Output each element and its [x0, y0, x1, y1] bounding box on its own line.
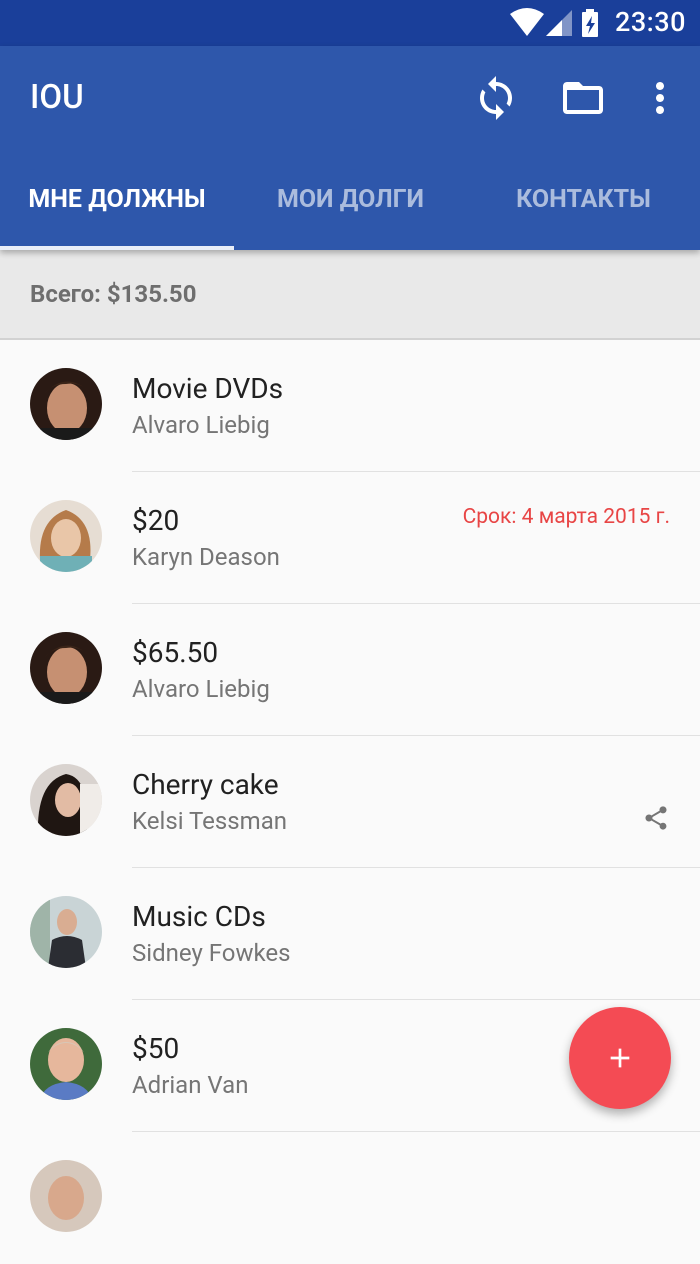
item-title: Movie DVDs	[132, 372, 284, 405]
avatar	[30, 632, 102, 704]
item-title: $65.50	[132, 636, 219, 669]
avatar	[30, 368, 102, 440]
tab-contacts[interactable]: КОНТАКТЫ	[467, 160, 700, 250]
avatar	[30, 500, 102, 572]
tab-owed-to-me[interactable]: МНЕ ДОЛЖНЫ	[0, 160, 234, 250]
avatar	[30, 1028, 102, 1100]
item-title: $20	[132, 504, 180, 537]
item-title: $50	[132, 1032, 180, 1065]
total-bar: Всего: $135.50	[0, 250, 700, 340]
status-icons	[510, 8, 598, 37]
item-person: Alvaro Liebig	[132, 675, 270, 703]
overflow-menu-button[interactable]	[636, 74, 684, 122]
share-icon[interactable]	[642, 804, 670, 832]
sync-button[interactable]	[472, 74, 520, 122]
tab-bar: МНЕ ДОЛЖНЫ МОИ ДОЛГИ КОНТАКТЫ	[0, 160, 700, 250]
item-person: Sidney Fowkes	[132, 939, 291, 967]
more-vert-icon	[656, 82, 664, 114]
list-item[interactable]: Movie DVDs Alvaro Liebig	[0, 340, 700, 472]
wifi-icon	[510, 8, 544, 36]
status-bar: 23:30	[0, 0, 700, 46]
item-title: Cherry cake	[132, 768, 279, 801]
signal-icon	[546, 10, 572, 36]
list-item[interactable]: Cherry cake Kelsi Tessman	[0, 736, 700, 868]
folder-icon	[563, 82, 603, 114]
avatar	[30, 896, 102, 968]
total-amount: Всего: $135.50	[30, 280, 197, 308]
item-person: Karyn Deason	[132, 543, 280, 571]
list-item[interactable]: $20 Karyn Deason Срок: 4 марта 2015 г.	[0, 472, 700, 604]
app-title: IOU	[30, 78, 84, 117]
tab-my-debts[interactable]: МОИ ДОЛГИ	[234, 160, 467, 250]
app-bar: IOU МНЕ ДОЛЖНЫ МОИ ДОЛГИ КОНТАКТЫ	[0, 46, 700, 250]
item-person: Kelsi Tessman	[132, 807, 288, 835]
due-date: Срок: 4 марта 2015 г.	[462, 505, 670, 529]
avatar	[30, 764, 102, 836]
item-person: Alvaro Liebig	[132, 411, 270, 439]
list-item[interactable]: $65.50 Alvaro Liebig	[0, 604, 700, 736]
add-icon	[610, 1048, 630, 1068]
status-time: 23:30	[614, 6, 686, 38]
battery-charging-icon	[582, 9, 598, 37]
add-button[interactable]	[569, 1007, 671, 1109]
list-item[interactable]: Music CDs Sidney Fowkes	[0, 868, 700, 1000]
debt-list: Movie DVDs Alvaro Liebig $20 Karyn Deaso…	[0, 340, 700, 1264]
sync-icon	[480, 76, 512, 120]
item-person: Adrian Van	[132, 1071, 249, 1099]
item-title: Music CDs	[132, 900, 266, 933]
list-item[interactable]	[0, 1132, 700, 1264]
avatar	[30, 1160, 102, 1232]
folder-button[interactable]	[559, 74, 607, 122]
tab-indicator	[0, 246, 234, 250]
